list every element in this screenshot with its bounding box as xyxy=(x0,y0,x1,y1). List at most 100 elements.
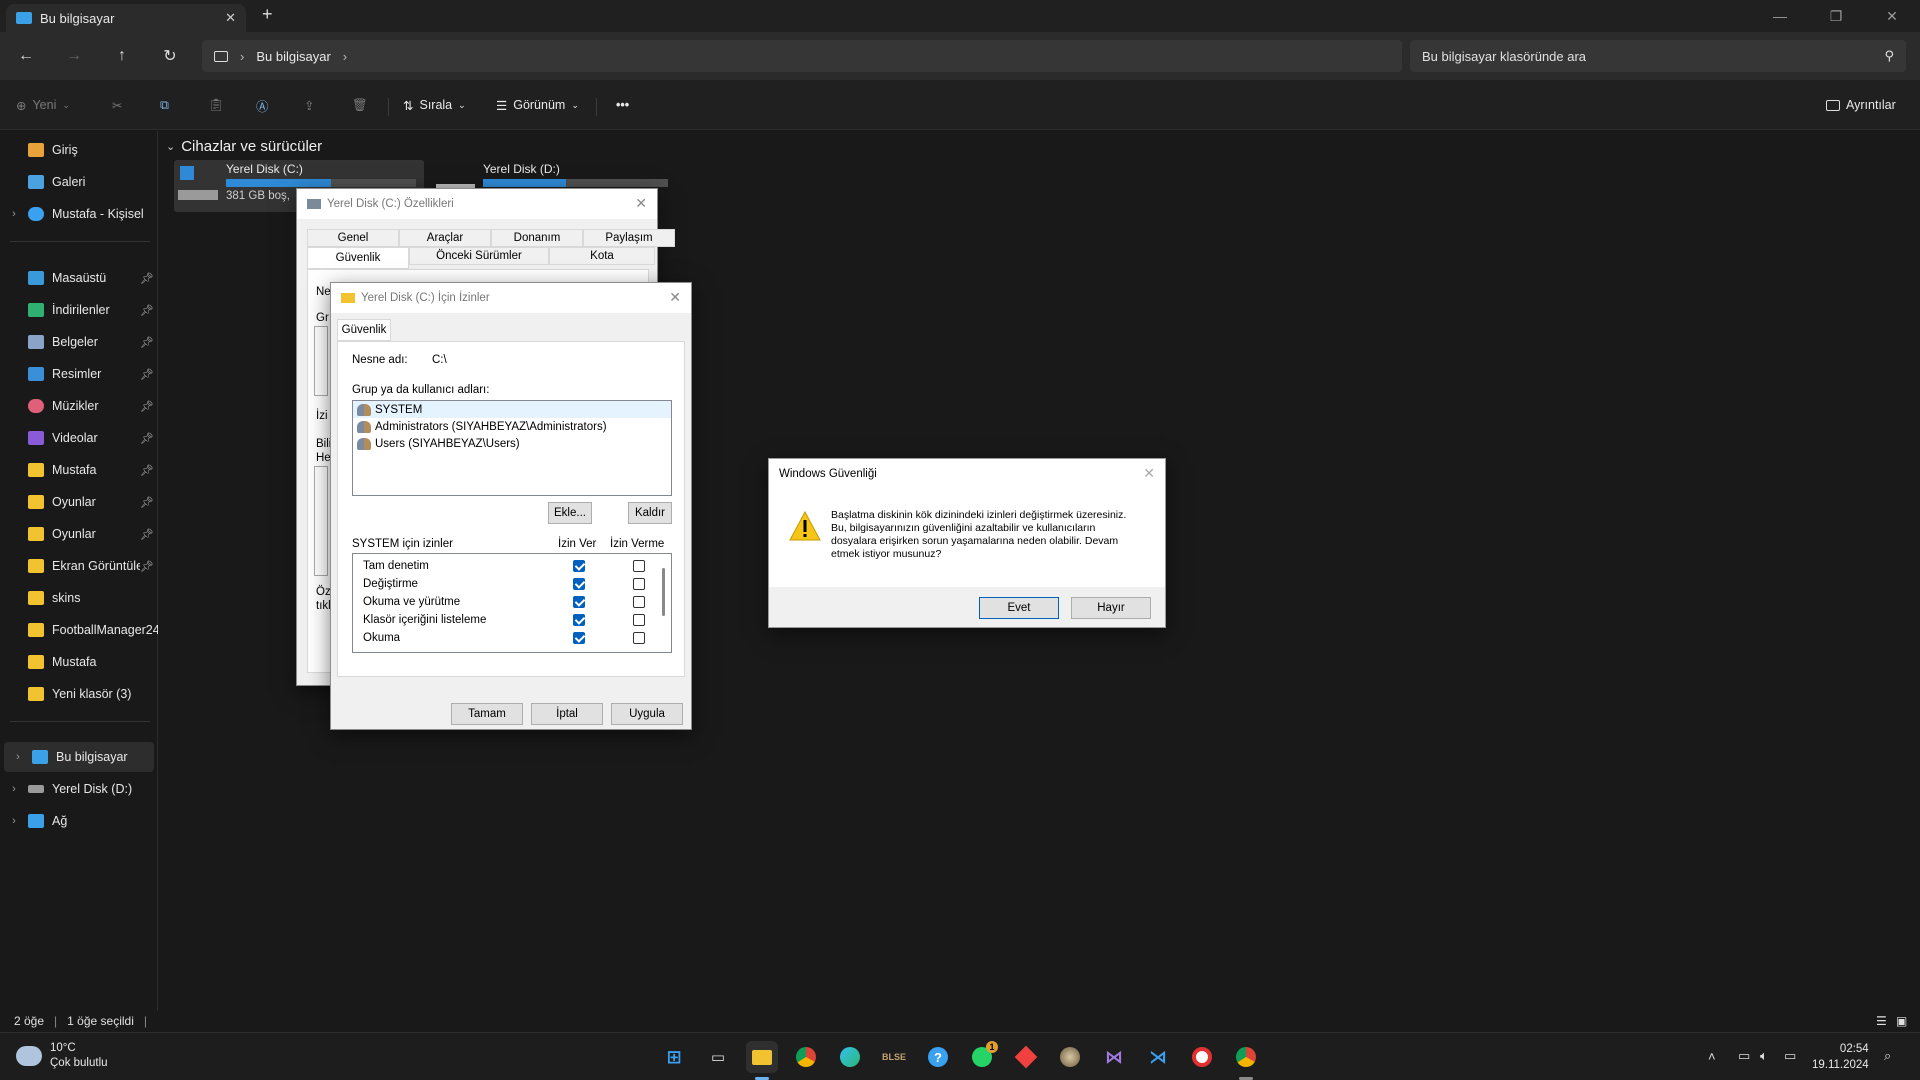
more-options-button[interactable]: ••• xyxy=(616,93,629,117)
tab-onceki-surumler[interactable]: Önceki Sürümler xyxy=(409,247,549,265)
address-bar[interactable]: › Bu bilgisayar › xyxy=(202,40,1402,72)
network-icon[interactable]: ▭ xyxy=(1738,1048,1750,1064)
tiles-view-icon[interactable]: ▣ xyxy=(1896,1014,1907,1028)
taskbar-chrome-2[interactable] xyxy=(1230,1041,1262,1073)
section-header[interactable]: ⌄ Cihazlar ve sürücüler xyxy=(166,138,322,155)
taskbar-file-explorer[interactable] xyxy=(746,1041,778,1073)
allow-checkbox[interactable] xyxy=(573,596,585,608)
taskbar-visual-studio[interactable]: ⋈ xyxy=(1098,1041,1130,1073)
chevron-right-icon[interactable]: › xyxy=(0,815,28,827)
allow-checkbox[interactable] xyxy=(573,560,585,572)
allow-checkbox[interactable] xyxy=(573,578,585,590)
rename-button[interactable]: Ⓐ xyxy=(256,93,269,117)
chevron-right-icon[interactable]: › xyxy=(0,208,28,220)
sidebar-item-onedrive[interactable]: › Mustafa - Kişisel xyxy=(0,199,158,229)
share-button[interactable]: ⇪ xyxy=(304,93,314,117)
new-button[interactable]: ⊕ Yeni ⌄ xyxy=(16,93,70,117)
refresh-button[interactable]: ↻ xyxy=(154,40,186,72)
tab-araclar[interactable]: Araçlar xyxy=(399,229,491,247)
details-button[interactable]: Ayrıntılar xyxy=(1826,93,1896,117)
list-item[interactable]: Administrators (SIYAHBEYAZ\Administrator… xyxy=(353,418,671,435)
taskbar-edge[interactable] xyxy=(834,1041,866,1073)
sidebar-item-bu-bilgisayar[interactable]: › Bu bilgisayar xyxy=(4,742,154,772)
deny-checkbox[interactable] xyxy=(633,632,645,644)
up-button[interactable]: ↑ xyxy=(106,40,138,72)
taskbar-app-blse[interactable]: BLSE xyxy=(878,1041,910,1073)
notification-icon[interactable]: ⌕ xyxy=(1884,1048,1891,1064)
yes-button[interactable]: Evet xyxy=(979,597,1059,619)
sidebar-item-skins[interactable]: skins xyxy=(0,583,158,613)
forward-button[interactable]: → xyxy=(58,40,90,72)
sidebar-item-oyunlar-2[interactable]: Oyunlar 📌︎ xyxy=(0,519,158,549)
apply-button[interactable]: Uygula xyxy=(611,703,683,725)
details-view-icon[interactable]: ☰ xyxy=(1876,1014,1887,1028)
task-view-button[interactable]: ▭ xyxy=(702,1041,734,1073)
sidebar-item-ag[interactable]: › Ağ xyxy=(0,806,158,836)
tab-kota[interactable]: Kota xyxy=(549,247,655,265)
allow-checkbox[interactable] xyxy=(573,632,585,644)
taskbar-help[interactable]: ? xyxy=(922,1041,954,1073)
tab-donanim[interactable]: Donanım xyxy=(491,229,583,247)
paste-button[interactable]: 📋︎ xyxy=(208,93,224,117)
close-tab-icon[interactable]: ✕ xyxy=(225,10,236,26)
close-icon[interactable]: ✕ xyxy=(669,289,681,306)
sidebar-item-videolar[interactable]: Videolar 📌︎ xyxy=(0,423,158,453)
copy-button[interactable]: ⧉ xyxy=(160,93,169,117)
remove-button[interactable]: Kaldır xyxy=(628,502,672,524)
sidebar-item-indirilenler[interactable]: İndirilenler 📌︎ xyxy=(0,295,158,325)
battery-icon[interactable]: ▭ xyxy=(1784,1048,1796,1064)
chevron-right-icon[interactable]: › xyxy=(0,783,28,795)
cancel-button[interactable]: İptal xyxy=(531,703,603,725)
sidebar-item-galeri[interactable]: Galeri xyxy=(0,167,158,197)
deny-checkbox[interactable] xyxy=(633,560,645,572)
sidebar-item-mustafa-2[interactable]: Mustafa xyxy=(0,647,158,677)
tab-bu-bilgisayar[interactable]: Bu bilgisayar ✕ xyxy=(6,4,246,32)
taskbar-app-globe[interactable] xyxy=(1054,1041,1086,1073)
close-icon[interactable]: ✕ xyxy=(1143,465,1155,482)
clock[interactable]: 02:54 19.11.2024 xyxy=(1812,1041,1869,1073)
deny-checkbox[interactable] xyxy=(633,578,645,590)
sidebar-item-footballmanager24[interactable]: FootballManager24 xyxy=(0,615,158,645)
close-window-button[interactable]: ✕ xyxy=(1864,0,1920,32)
delete-button[interactable]: 🗑︎ xyxy=(352,93,368,117)
taskbar-chrome[interactable] xyxy=(790,1041,822,1073)
sidebar-item-belgeler[interactable]: Belgeler 📌︎ xyxy=(0,327,158,357)
taskbar-vscode[interactable]: ⋊ xyxy=(1142,1041,1174,1073)
chevron-right-icon[interactable]: › xyxy=(4,751,32,763)
cut-button[interactable]: ✂ xyxy=(112,93,122,117)
chevron-up-icon[interactable]: ˄ xyxy=(1708,1049,1716,1064)
taskbar-whatsapp[interactable]: 1 xyxy=(966,1041,998,1073)
ok-button[interactable]: Tamam xyxy=(451,703,523,725)
tab-genel[interactable]: Genel xyxy=(307,229,399,247)
no-button[interactable]: Hayır xyxy=(1071,597,1151,619)
deny-checkbox[interactable] xyxy=(633,614,645,626)
start-button[interactable]: ⊞ xyxy=(658,1041,690,1073)
scrollbar[interactable] xyxy=(662,568,665,616)
add-button[interactable]: Ekle... xyxy=(548,502,592,524)
search-input[interactable]: Bu bilgisayar klasöründe ara ⚲ xyxy=(1410,40,1906,72)
taskbar-app-red[interactable] xyxy=(1010,1041,1042,1073)
sidebar-item-yeni-klasor-3[interactable]: Yeni klasör (3) xyxy=(0,679,158,709)
tab-paylasim[interactable]: Paylaşım xyxy=(583,229,675,247)
volume-icon[interactable]: 🔈︎ xyxy=(1760,1048,1768,1064)
sort-button[interactable]: ⇅ Sırala ⌄ xyxy=(403,93,466,117)
list-item[interactable]: SYSTEM xyxy=(353,401,671,418)
sidebar-item-mustafa[interactable]: Mustafa 📌︎ xyxy=(0,455,158,485)
weather-widget[interactable]: 10°C Çok bulutlu xyxy=(16,1041,108,1071)
list-item[interactable]: Users (SIYAHBEYAZ\Users) xyxy=(353,435,671,452)
minimize-button[interactable]: — xyxy=(1752,0,1808,32)
view-button[interactable]: ☰ Görünüm ⌄ xyxy=(496,93,579,117)
new-tab-button[interactable]: + xyxy=(262,4,273,25)
users-list[interactable]: SYSTEM Administrators (SIYAHBEYAZ\Admini… xyxy=(352,400,672,496)
sidebar-item-ekran-goruntuleri[interactable]: Ekran Görüntüleri📌︎ xyxy=(0,551,158,581)
close-icon[interactable]: ✕ xyxy=(635,195,647,212)
sidebar-item-masaustu[interactable]: Masaüstü 📌︎ xyxy=(0,263,158,293)
sidebar-item-giris[interactable]: Giriş xyxy=(0,135,158,165)
maximize-button[interactable]: ❐ xyxy=(1808,0,1864,32)
sidebar-item-muzikler[interactable]: Müzikler 📌︎ xyxy=(0,391,158,421)
tab-guvenlik[interactable]: Güvenlik xyxy=(307,247,409,269)
taskbar-app-record[interactable] xyxy=(1186,1041,1218,1073)
deny-checkbox[interactable] xyxy=(633,596,645,608)
tab-guvenlik[interactable]: Güvenlik xyxy=(337,319,391,341)
sidebar-item-oyunlar[interactable]: Oyunlar 📌︎ xyxy=(0,487,158,517)
